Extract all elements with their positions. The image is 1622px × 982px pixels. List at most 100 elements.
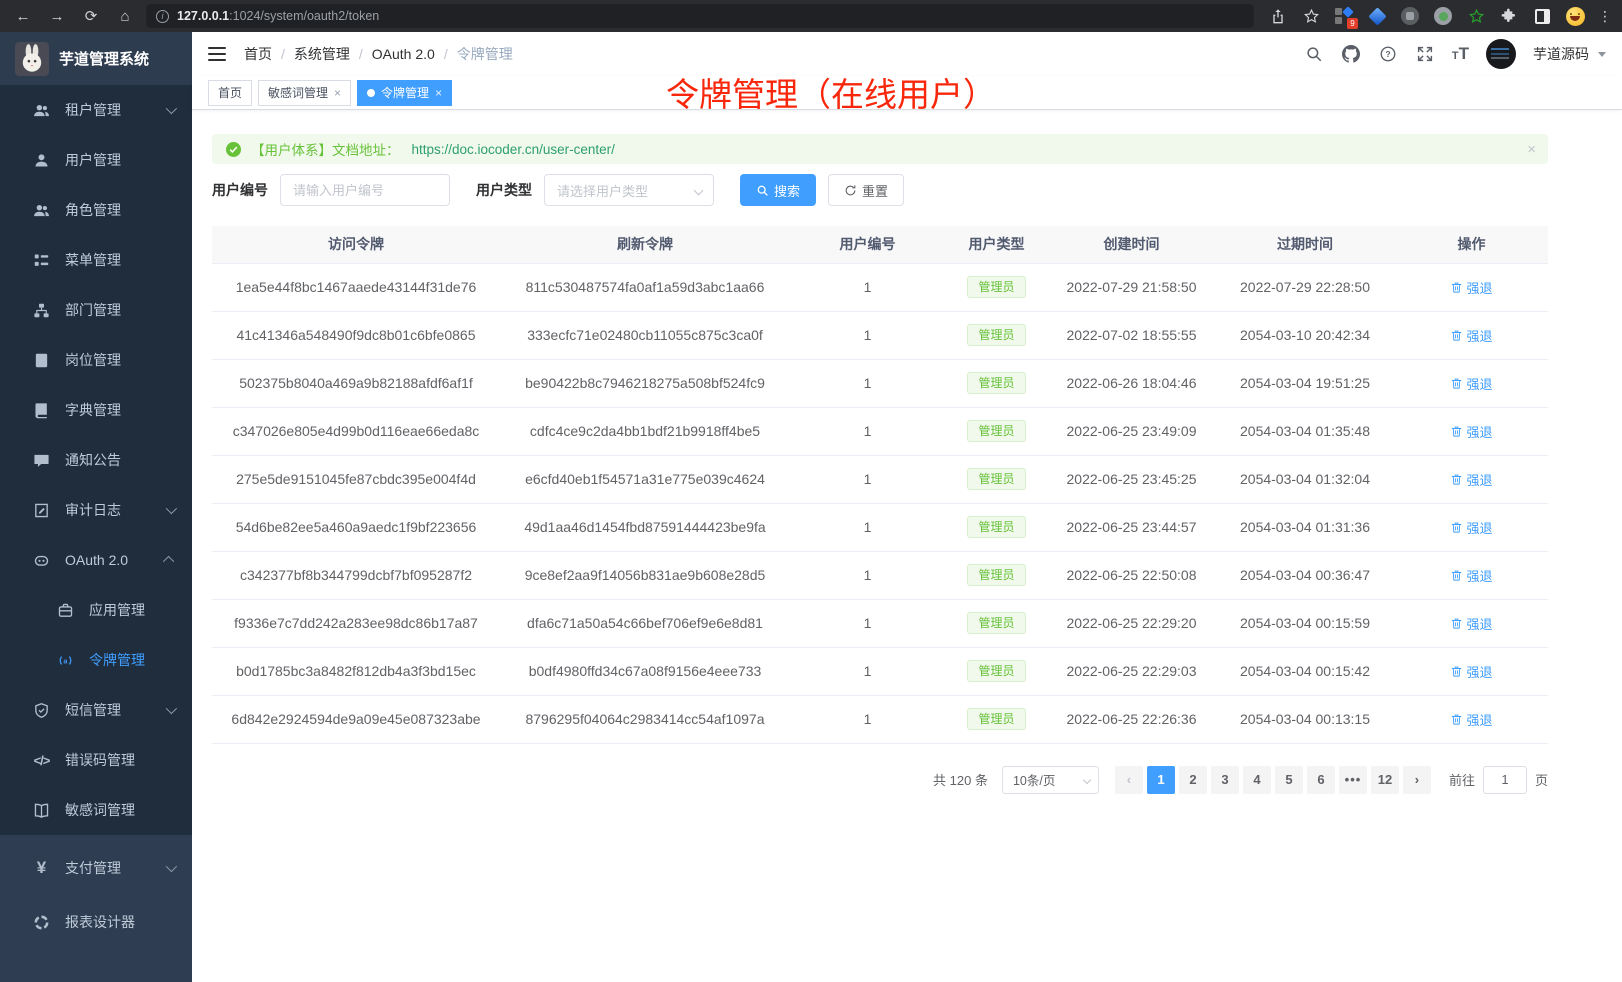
tab-close-icon[interactable]: ×: [334, 87, 341, 99]
sidebar-item-post[interactable]: 岗位管理: [0, 335, 192, 385]
browser-reload-button[interactable]: ⟳: [78, 3, 104, 29]
share-icon[interactable]: [1268, 6, 1288, 26]
breadcrumb-item[interactable]: 首页: [244, 44, 272, 64]
page-button-3[interactable]: 3: [1211, 766, 1239, 794]
search-icon[interactable]: [1304, 44, 1324, 64]
chevron-down-icon: [694, 186, 704, 196]
extension-green-star-icon[interactable]: [1466, 6, 1486, 26]
tab-令牌管理[interactable]: 令牌管理×: [357, 80, 452, 106]
goto-page-input[interactable]: [1483, 766, 1527, 794]
sidebar-menu: 租户管理用户管理角色管理菜单管理部门管理岗位管理字典管理通知公告审计日志OAut…: [0, 85, 192, 982]
created-cell: 2022-06-25 23:44:57: [1048, 503, 1215, 551]
column-header: 刷新令牌: [500, 226, 790, 263]
refresh-cell: be90422b8c7946218275a508bf524fc9: [500, 359, 790, 407]
sidebar-item-errcode[interactable]: </>错误码管理: [0, 735, 192, 785]
browser-menu-icon[interactable]: ⋮: [1598, 8, 1612, 25]
browser-home-button[interactable]: ⌂: [112, 3, 138, 29]
alert-doc-link[interactable]: https://doc.iocoder.cn/user-center/: [412, 142, 615, 157]
report-icon: [32, 913, 51, 932]
bookmark-star-icon[interactable]: [1301, 6, 1321, 26]
address-bar[interactable]: i 127.0.0.1:1024/system/oauth2/token: [146, 4, 1254, 28]
sidebar-item-oauth2[interactable]: OAuth 2.0: [0, 535, 192, 585]
book-icon: [32, 801, 51, 820]
chevron-down-icon: [166, 703, 177, 714]
site-info-icon[interactable]: i: [156, 10, 169, 23]
page-button-6[interactable]: 6: [1307, 766, 1335, 794]
page-button-2[interactable]: 2: [1179, 766, 1207, 794]
extension-puzzle-icon[interactable]: [1499, 6, 1519, 26]
user_id-cell: 1: [790, 455, 945, 503]
app-title: 芋道管理系统: [59, 48, 149, 69]
extension-gem-icon[interactable]: [1367, 6, 1387, 26]
sidebar-collapse-icon[interactable]: [208, 47, 226, 61]
reset-button[interactable]: 重置: [828, 174, 904, 206]
sidebar-item-report[interactable]: 报表设计器: [0, 895, 192, 949]
user-type-badge: 管理员: [967, 324, 1025, 346]
doc-alert: 【用户体系】文档地址： https://doc.iocoder.cn/user-…: [212, 134, 1548, 164]
token-icon: a: [56, 651, 75, 670]
fullscreen-icon[interactable]: [1415, 44, 1435, 64]
tab-首页[interactable]: 首页: [208, 80, 252, 106]
help-icon[interactable]: ?: [1378, 44, 1398, 64]
username[interactable]: 芋道源码: [1533, 44, 1589, 64]
pager-ellipsis[interactable]: •••: [1339, 766, 1367, 794]
sidebar-item-dept[interactable]: 部门管理: [0, 285, 192, 335]
sidebar-item-dict[interactable]: 字典管理: [0, 385, 192, 435]
user-menu-caret-icon[interactable]: [1598, 52, 1606, 57]
browser-back-button[interactable]: ←: [10, 3, 36, 29]
force-logout-button[interactable]: 强退: [1450, 422, 1492, 441]
extension-blocks-icon[interactable]: 9: [1334, 6, 1354, 26]
org-icon: [32, 301, 51, 320]
force-logout-button[interactable]: 强退: [1450, 566, 1492, 585]
table-row: b0d1785bc3a8482f812db4a3f3bd15ecb0df4980…: [212, 647, 1548, 695]
page-button-1[interactable]: 1: [1147, 766, 1175, 794]
force-logout-label: 强退: [1466, 662, 1492, 681]
force-logout-button[interactable]: 强退: [1450, 518, 1492, 537]
avatar[interactable]: [1486, 39, 1516, 69]
extension-grey-circle-icon[interactable]: [1433, 6, 1453, 26]
sidebar-item-user[interactable]: 用户管理: [0, 135, 192, 185]
force-logout-button[interactable]: 强退: [1450, 710, 1492, 729]
sidebar-item-notice[interactable]: 通知公告: [0, 435, 192, 485]
breadcrumb-item[interactable]: OAuth 2.0: [372, 46, 435, 62]
alert-close-icon[interactable]: ×: [1527, 141, 1536, 158]
app-logo-bar[interactable]: 芋道管理系统: [0, 32, 192, 85]
sidebar-item-sms[interactable]: 短信管理: [0, 685, 192, 735]
sidebar-item-sensitive[interactable]: 敏感词管理: [0, 785, 192, 835]
force-logout-button[interactable]: 强退: [1450, 662, 1492, 681]
extension-dark-circle-icon[interactable]: [1400, 6, 1420, 26]
user-id-input[interactable]: [280, 174, 450, 206]
sidebar-item-tenant[interactable]: 租户管理: [0, 85, 192, 135]
font-size-icon[interactable]: TT: [1452, 44, 1469, 64]
column-header: 用户类型: [945, 226, 1048, 263]
page-size-select[interactable]: 10条/页: [1002, 766, 1099, 794]
page-button-12[interactable]: 12: [1371, 766, 1399, 794]
search-button[interactable]: 搜索: [740, 174, 816, 206]
user-type-select[interactable]: 请选择用户类型: [544, 174, 714, 206]
browser-forward-button[interactable]: →: [44, 3, 70, 29]
force-logout-button[interactable]: 强退: [1450, 278, 1492, 297]
force-logout-button[interactable]: 强退: [1450, 374, 1492, 393]
next-page-button[interactable]: ›: [1403, 766, 1431, 794]
page-button-5[interactable]: 5: [1275, 766, 1303, 794]
breadcrumb-item[interactable]: 系统管理: [294, 44, 350, 64]
force-logout-button[interactable]: 强退: [1450, 326, 1492, 345]
sidebar-item-label: 应用管理: [89, 600, 174, 620]
force-logout-button[interactable]: 强退: [1450, 614, 1492, 633]
tab-close-icon[interactable]: ×: [435, 87, 442, 99]
github-icon[interactable]: [1341, 44, 1361, 64]
page-button-4[interactable]: 4: [1243, 766, 1271, 794]
tab-敏感词管理[interactable]: 敏感词管理×: [258, 80, 351, 106]
side-panel-icon[interactable]: [1532, 6, 1552, 26]
sidebar-item-oauth2-token[interactable]: a令牌管理: [0, 635, 192, 685]
profile-emoji-icon[interactable]: [1565, 6, 1585, 26]
table-row: 54d6be82ee5a460a9aedc1f9bf22365649d1aa46…: [212, 503, 1548, 551]
sidebar-item-pay[interactable]: ¥支付管理: [0, 841, 192, 895]
log-icon: [32, 501, 51, 520]
sidebar-item-oauth2-app[interactable]: 应用管理: [0, 585, 192, 635]
force-logout-button[interactable]: 强退: [1450, 470, 1492, 489]
sidebar-item-role[interactable]: 角色管理: [0, 185, 192, 235]
sidebar-item-menu[interactable]: 菜单管理: [0, 235, 192, 285]
filter-form: 用户编号 用户类型 请选择用户类型 搜索 重置: [212, 174, 1548, 206]
sidebar-item-audit-log[interactable]: 审计日志: [0, 485, 192, 535]
